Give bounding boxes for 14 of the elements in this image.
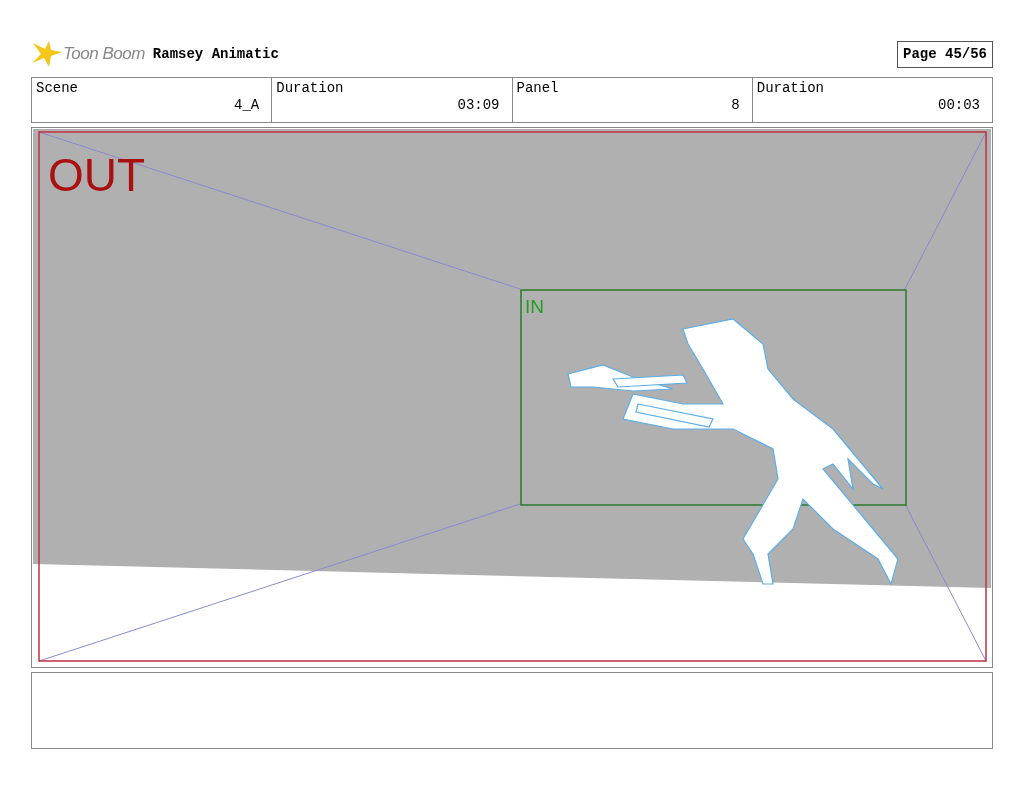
field-label: Duration xyxy=(276,80,344,97)
logo-text: Toon Boom xyxy=(63,43,145,66)
field-value: 4_A xyxy=(234,97,260,114)
page-number: Page 45/56 xyxy=(897,40,993,68)
field-value: 03:09 xyxy=(457,97,500,114)
field-label: Duration xyxy=(756,80,824,97)
in-label: IN xyxy=(525,296,544,317)
document-title: Ramsey Animatic xyxy=(152,44,279,64)
field-label: Scene xyxy=(36,80,78,97)
star-logo-icon xyxy=(31,39,63,69)
field-label: Panel xyxy=(516,80,559,97)
field-value: 00:03 xyxy=(938,97,980,114)
field-value: 8 xyxy=(731,97,740,114)
out-label: OUT xyxy=(48,149,146,201)
